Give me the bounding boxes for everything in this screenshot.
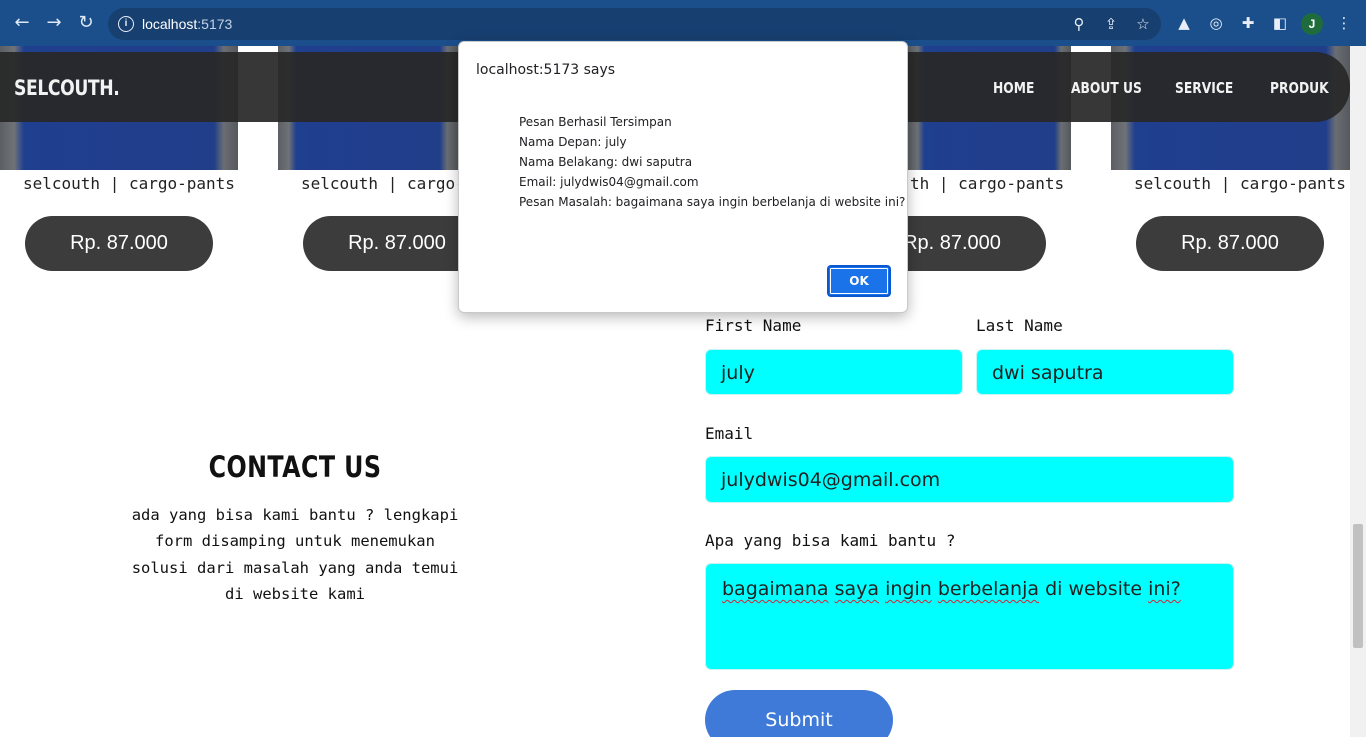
message-word: ingin bbox=[885, 578, 932, 600]
nav-link-produk[interactable]: PRODUK bbox=[1270, 79, 1329, 97]
reload-icon[interactable]: ↻ bbox=[74, 11, 98, 35]
dialog-line: Nama Belakang: dwi saputra bbox=[519, 155, 693, 169]
product-name: selcouth | cargo-pants bbox=[1134, 174, 1346, 193]
scrollbar-thumb[interactable] bbox=[1353, 524, 1363, 648]
product-name: selcouth | cargo-p bbox=[301, 174, 475, 193]
dialog-line: Nama Depan: july bbox=[519, 135, 627, 149]
message-label: Apa yang bisa kami bantu ? bbox=[705, 531, 956, 550]
browser-toolbar: ← → ↻ i localhost:5173 ⚲ ⇪ ☆ ▲ ◎ ✚ ◧ J ⋮ bbox=[0, 0, 1366, 46]
first-name-input[interactable]: july bbox=[705, 349, 963, 395]
profile-avatar[interactable]: J bbox=[1301, 13, 1323, 35]
dialog-line: Email: julydwis04@gmail.com bbox=[519, 175, 699, 189]
site-info-icon[interactable]: i bbox=[118, 16, 134, 32]
message-word: bagaimana bbox=[722, 578, 829, 600]
page-scrollbar[interactable] bbox=[1350, 46, 1366, 737]
last-name-input[interactable]: dwi saputra bbox=[976, 349, 1234, 395]
nav-link-about-us[interactable]: ABOUT US bbox=[1071, 79, 1142, 97]
puzzle-extensions-icon[interactable]: ✚ bbox=[1239, 14, 1257, 32]
menu-kebab-icon[interactable]: ⋮ bbox=[1335, 14, 1353, 32]
side-panel-icon[interactable]: ◧ bbox=[1271, 14, 1289, 32]
message-word: ini? bbox=[1148, 578, 1181, 600]
target-extension-icon[interactable]: ◎ bbox=[1207, 14, 1225, 32]
dialog-line: Pesan Masalah: bagaimana saya ingin berb… bbox=[519, 195, 906, 209]
zoom-icon[interactable]: ⚲ bbox=[1070, 15, 1088, 33]
message-word: di website bbox=[1045, 578, 1143, 600]
forward-icon[interactable]: → bbox=[42, 11, 66, 35]
product-name: th | cargo-pants bbox=[910, 174, 1065, 193]
product-name: selcouth | cargo-pants bbox=[23, 174, 235, 193]
address-bar[interactable]: i localhost:5173 ⚲ ⇪ ☆ bbox=[108, 8, 1161, 40]
nav-link-service[interactable]: SERVICE bbox=[1175, 79, 1233, 97]
address-url[interactable]: localhost:5173 bbox=[142, 16, 232, 32]
first-name-label: First Name bbox=[705, 316, 802, 335]
email-input[interactable]: julydwis04@gmail.com bbox=[705, 456, 1234, 503]
price-button[interactable]: Rp. 87.000 bbox=[25, 216, 213, 271]
message-word: berbelanja bbox=[937, 578, 1040, 600]
bookmark-star-icon[interactable]: ☆ bbox=[1134, 15, 1152, 33]
contact-description: ada yang bisa kami bantu ? lengkapi form… bbox=[131, 506, 459, 603]
message-word: saya bbox=[834, 578, 880, 600]
nav-link-home[interactable]: HOME bbox=[993, 79, 1034, 97]
alert-dialog: localhost:5173 says Pesan Berhasil Tersi… bbox=[458, 41, 908, 313]
message-textarea[interactable]: bagaimana saya ingin berbelanja di websi… bbox=[705, 563, 1234, 670]
back-icon[interactable]: ← bbox=[10, 11, 34, 35]
submit-button[interactable]: Submit bbox=[705, 690, 893, 737]
dialog-line: Pesan Berhasil Tersimpan bbox=[519, 115, 672, 129]
drive-extension-icon[interactable]: ▲ bbox=[1175, 14, 1193, 32]
brand-logo[interactable]: SELCOUTH. bbox=[14, 76, 120, 100]
last-name-label: Last Name bbox=[976, 316, 1063, 335]
email-label: Email bbox=[705, 424, 754, 443]
ok-button[interactable]: OK bbox=[827, 265, 891, 297]
dialog-message: Pesan Berhasil Tersimpan Nama Depan: jul… bbox=[519, 112, 905, 212]
price-button[interactable]: Rp. 87.000 bbox=[1136, 216, 1324, 271]
share-icon[interactable]: ⇪ bbox=[1102, 15, 1120, 33]
contact-title: CONTACT US bbox=[208, 450, 382, 484]
dialog-origin: localhost:5173 says bbox=[476, 62, 616, 78]
